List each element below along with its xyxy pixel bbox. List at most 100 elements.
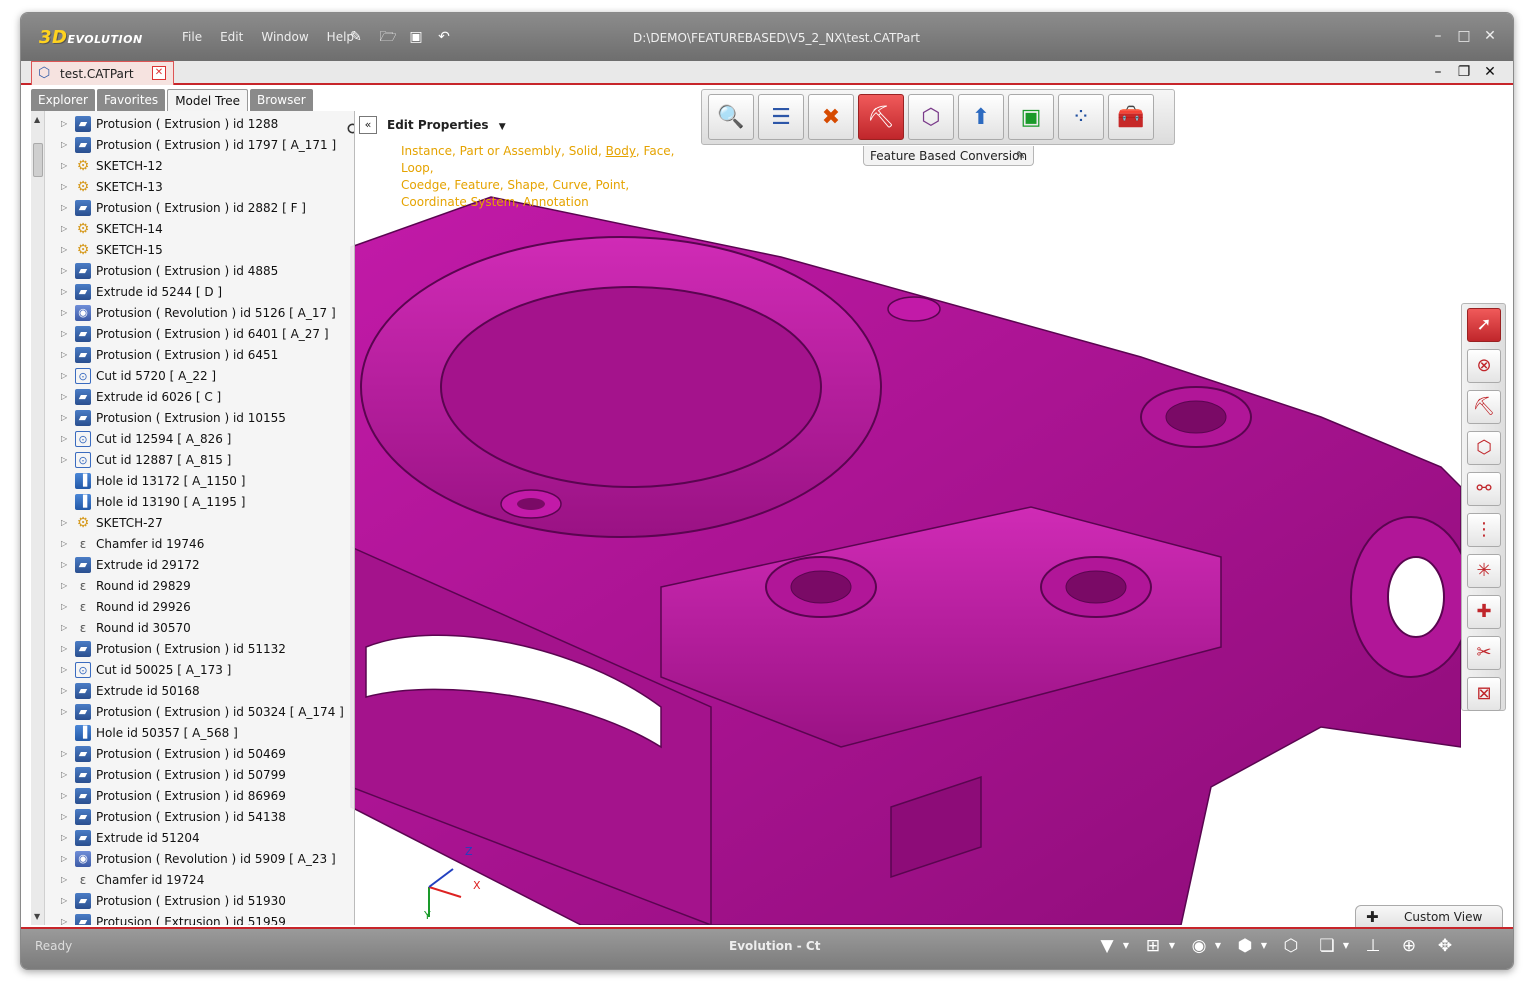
tree-item[interactable]: ▷ ⚙ SKETCH-15: [61, 239, 163, 260]
tab-model-tree[interactable]: Model Tree: [167, 89, 249, 111]
measure-button[interactable]: ✂: [1467, 636, 1501, 670]
tree-item[interactable]: ▷ ▰ Protusion ( Extrusion ) id 51959: [61, 911, 286, 925]
tree-item[interactable]: ▷ ▰ Protusion ( Extrusion ) id 1288: [61, 113, 278, 134]
expand-icon[interactable]: ▷: [61, 266, 71, 275]
doc-tab[interactable]: ⬡ test.CATPart ✕: [31, 61, 174, 85]
custom-view-tab[interactable]: ✚ Custom View: [1355, 905, 1503, 927]
page-dropdown-icon[interactable]: ▼: [1341, 935, 1351, 957]
expand-icon[interactable]: ▷: [61, 371, 71, 380]
eye-icon[interactable]: ◉: [1187, 935, 1211, 957]
feature-tool-button[interactable]: ⛏: [1467, 390, 1501, 424]
wire-cube-icon[interactable]: ⬡: [1279, 935, 1303, 957]
tree-item[interactable]: ▷ ▰ Extrude id 6026 [ C ]: [61, 386, 221, 407]
expand-icon[interactable]: ▷: [61, 686, 71, 695]
connect-button[interactable]: ⚯: [1467, 472, 1501, 506]
expand-icon[interactable]: ▷: [61, 413, 71, 422]
expand-icon[interactable]: ▷: [61, 791, 71, 800]
save-icon[interactable]: ▣: [407, 29, 425, 45]
toolbar-frame-button[interactable]: ▣: [1008, 94, 1054, 140]
expand-icon[interactable]: ▷: [61, 749, 71, 758]
filter-dropdown-icon[interactable]: ▼: [1121, 935, 1131, 957]
doc-close-icon[interactable]: ✕: [152, 66, 166, 80]
tree-item[interactable]: ▷ ⚙ SKETCH-27: [61, 512, 163, 533]
toolbar-upload-button[interactable]: ⬆: [958, 94, 1004, 140]
expand-icon[interactable]: ▷: [61, 203, 71, 212]
tree-item[interactable]: ▐ Hole id 13172 [ A_1150 ]: [61, 470, 245, 491]
expand-icon[interactable]: ▷: [61, 245, 71, 254]
tree-item[interactable]: ▷ ◉ Protusion ( Revolution ) id 5126 [ A_1…: [61, 302, 336, 323]
tree-item[interactable]: ▷ ◉ Protusion ( Revolution ) id 5909 [ A_2…: [61, 848, 336, 869]
shaded-dropdown-icon[interactable]: ▼: [1259, 935, 1269, 957]
menu-edit[interactable]: Edit: [211, 30, 252, 44]
expand-icon[interactable]: ▷: [61, 518, 71, 527]
expand-icon[interactable]: ▷: [61, 833, 71, 842]
tree-item[interactable]: ▷ ▰ Extrude id 50168: [61, 680, 200, 701]
expand-icon[interactable]: ▷: [61, 182, 71, 191]
scroll-thumb[interactable]: [33, 143, 43, 177]
expand-icon[interactable]: ▷: [61, 287, 71, 296]
pin-icon[interactable]: ✎: [347, 29, 365, 45]
clear-button[interactable]: ⊠: [1467, 677, 1501, 711]
scroll-up-icon[interactable]: ▲: [34, 115, 40, 124]
tree-item[interactable]: ▐ Hole id 13190 [ A_1195 ]: [61, 491, 245, 512]
tree-item[interactable]: ▷ ⚙ SKETCH-14: [61, 218, 163, 239]
tree-item[interactable]: ▷ ▰ Protusion ( Extrusion ) id 1797 [ A_17…: [61, 134, 336, 155]
hierarchy-dropdown-icon[interactable]: ▼: [1167, 935, 1177, 957]
tree-item[interactable]: ▷ ⚙ SKETCH-12: [61, 155, 163, 176]
fit-button[interactable]: ✳: [1467, 554, 1501, 588]
expand-icon[interactable]: ▷: [61, 539, 71, 548]
add-button[interactable]: ✚: [1467, 595, 1501, 629]
expand-icon[interactable]: ▷: [61, 392, 71, 401]
plane-icon[interactable]: ⊥: [1361, 935, 1385, 957]
collapse-icon[interactable]: «: [359, 116, 377, 134]
page-icon[interactable]: ❏: [1315, 935, 1339, 957]
tree-item[interactable]: ▷ ▰ Extrude id 5244 [ D ]: [61, 281, 222, 302]
expand-icon[interactable]: ▷: [61, 434, 71, 443]
cancel-button[interactable]: ⊗: [1467, 349, 1501, 383]
link-line-2[interactable]: Coedge, Feature, Shape, Curve, Point,: [401, 177, 681, 194]
expand-icon[interactable]: ▷: [61, 329, 71, 338]
tree-item[interactable]: ▷ ⊙ Cut id 50025 [ A_173 ]: [61, 659, 231, 680]
tree-item[interactable]: ▷ ⚙ SKETCH-13: [61, 176, 163, 197]
toolbar-pin-icon[interactable]: ✎: [1016, 149, 1025, 162]
cube-button[interactable]: ⬡: [1467, 431, 1501, 465]
toolbar-edit-button[interactable]: ☰: [758, 94, 804, 140]
expand-icon[interactable]: ▷: [61, 812, 71, 821]
search-icon[interactable]: [347, 123, 355, 137]
link-line-3[interactable]: Coordinate System, Annotation: [401, 194, 681, 211]
toolbar-tools-button[interactable]: ✖: [808, 94, 854, 140]
expand-icon[interactable]: ▷: [61, 224, 71, 233]
open-folder-icon[interactable]: 🗁: [379, 29, 397, 45]
tree-item[interactable]: ▷ ⊙ Cut id 12594 [ A_826 ]: [61, 428, 231, 449]
expand-icon[interactable]: ▷: [61, 581, 71, 590]
select-pointer-button[interactable]: ➚: [1467, 308, 1501, 342]
tree-item[interactable]: ▷ ▰ Protusion ( Extrusion ) id 10155: [61, 407, 286, 428]
expand-icon[interactable]: ▷: [61, 854, 71, 863]
tab-browser[interactable]: Browser: [250, 89, 313, 111]
expand-icon[interactable]: ▷: [61, 560, 71, 569]
tree-item[interactable]: ▷ ▰ Protusion ( Extrusion ) id 50469: [61, 743, 286, 764]
link-line-1[interactable]: Instance, Part or Assembly, Solid,: [401, 144, 602, 158]
tree-item[interactable]: ▷ ▰ Protusion ( Extrusion ) id 50799: [61, 764, 286, 785]
menu-window[interactable]: Window: [252, 30, 317, 44]
tree-item[interactable]: ▷ ▰ Protusion ( Extrusion ) id 50324 [ A_1…: [61, 701, 344, 722]
expand-icon[interactable]: ▷: [61, 140, 71, 149]
expand-icon[interactable]: ▷: [61, 602, 71, 611]
minimize-icon[interactable]: –: [1429, 28, 1447, 44]
tree-item[interactable]: ▷ ▰ Protusion ( Extrusion ) id 86969: [61, 785, 286, 806]
hierarchy-icon[interactable]: ⊞: [1141, 935, 1165, 957]
expand-icon[interactable]: ▷: [61, 665, 71, 674]
expand-icon[interactable]: ▷: [61, 455, 71, 464]
doc-restore-icon[interactable]: ❐: [1455, 64, 1473, 80]
expand-icon[interactable]: ▷: [61, 119, 71, 128]
toolbar-feature-button[interactable]: ⛏: [858, 94, 904, 140]
expand-icon[interactable]: ▷: [61, 308, 71, 317]
tab-favorites[interactable]: Favorites: [96, 89, 166, 111]
tree-item[interactable]: ▷ ▰ Protusion ( Extrusion ) id 6401 [ A_27…: [61, 323, 329, 344]
edit-properties-title[interactable]: Edit Properties ▼: [387, 118, 506, 132]
expand-icon[interactable]: ▷: [61, 623, 71, 632]
tree-item[interactable]: ▷ ε Round id 29926: [61, 596, 191, 617]
filter-icon[interactable]: ▼: [1095, 935, 1119, 957]
tree-item[interactable]: ▷ ▰ Protusion ( Extrusion ) id 54138: [61, 806, 286, 827]
expand-icon[interactable]: ▷: [61, 896, 71, 905]
